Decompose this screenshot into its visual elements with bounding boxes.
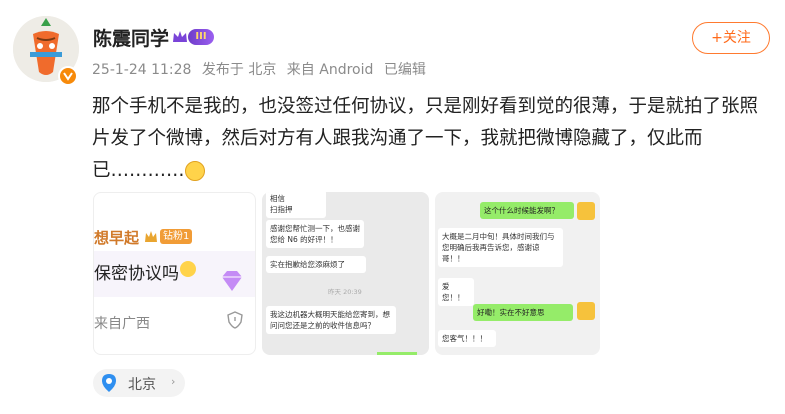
fan-crown-icon — [144, 229, 158, 243]
comment-location: 来自广西 — [94, 316, 150, 332]
sender-avatar-icon-2 — [577, 302, 595, 320]
chat-bubble-top: 相信 扫指押 — [266, 192, 326, 218]
post-image-2[interactable]: 相信扫指押 感谢您帮忙测一下，也感谢您给 N6 的好评！！ 实在抱歉给您添麻烦了… — [262, 192, 429, 355]
sender-avatar-icon — [577, 202, 595, 220]
edited-label[interactable]: 已编辑 — [384, 62, 426, 78]
chat-bubble-3: 我这边机器大概明天能给您寄到，想问问您还是之前的收件信息吗？ — [266, 306, 396, 334]
post-image-3[interactable]: 这个什么时候能发啊？ 大概是二月中旬！具体时间我们与您明确后我再告诉您，感谢谅哥… — [435, 192, 600, 355]
chat-bubble-white-1: 大概是二月中旬！具体时间我们与您明确后我再告诉您，感谢谅哥！！ — [438, 228, 563, 267]
post-line-2: 片发了个微博，然后对方有人跟我沟通了一下，我就把微博隐藏了，仅此而 — [92, 128, 703, 149]
chat-bubble-white-2: 爱您！！ — [438, 278, 474, 306]
chat-bubble-white-3: 您客气！！！ — [438, 330, 496, 347]
chat-bubble-green-1: 这个什么时候能发啊？ — [480, 202, 574, 219]
post-line-1: 那个手机不是我的，也没签过任何协议，只是刚好看到觉的很薄，于是就拍了张照 — [92, 96, 759, 117]
chat-bubble-partial — [377, 352, 417, 355]
post-image-1[interactable]: 想早起 钻粉1 保密协议吗 来自广西 — [93, 192, 256, 355]
post-meta: 25-1-24 11:28 发布于 北京 来自 Android 已编辑 — [92, 59, 432, 79]
chat-bubble-1: 感谢您帮忙测一下，也感谢您给 N6 的好评！！ — [266, 220, 364, 248]
follow-button[interactable]: +关注 — [692, 22, 770, 54]
vip-level-badge[interactable]: III — [188, 29, 214, 45]
laugh-emoji-icon — [180, 261, 196, 277]
crown-icon — [172, 29, 188, 49]
post-date[interactable]: 25-1-24 11:28 — [92, 62, 191, 78]
comment-text: 保密协议吗 — [94, 264, 179, 284]
post-line-3-text: 已………… — [92, 160, 185, 181]
post-content: 那个手机不是我的，也没签过任何协议，只是刚好看到觉的很薄，于是就拍了张照 片发了… — [92, 91, 772, 187]
post-location: 发布于 北京 — [201, 62, 277, 78]
username[interactable]: 陈震同学 — [93, 24, 169, 51]
post-source: 来自 Android — [286, 62, 374, 78]
diamond-icon — [218, 269, 246, 293]
chat-timestamp: 昨天 20:39 — [328, 288, 362, 296]
location-label: 北京 — [128, 377, 156, 393]
commenter-name: 想早起 — [94, 229, 140, 247]
post-line-3: 已………… — [92, 155, 772, 187]
chat-bubble-green-2: 好嘞！实在不好意思 — [473, 304, 573, 321]
report-shield-icon[interactable] — [226, 311, 244, 329]
chat-bubble-2: 实在抱歉给您添麻烦了 — [266, 256, 366, 273]
chat-bubble-top-text-2: 扫指押 — [270, 205, 293, 214]
fan-badge: 钻粉1 — [160, 229, 193, 244]
smile-emoji-icon — [184, 161, 205, 181]
chat-bubble-top-text: 相信 — [270, 194, 285, 203]
chevron-right-icon: › — [171, 375, 176, 388]
map-pin-icon — [100, 373, 118, 397]
verified-badge-icon — [58, 66, 78, 86]
